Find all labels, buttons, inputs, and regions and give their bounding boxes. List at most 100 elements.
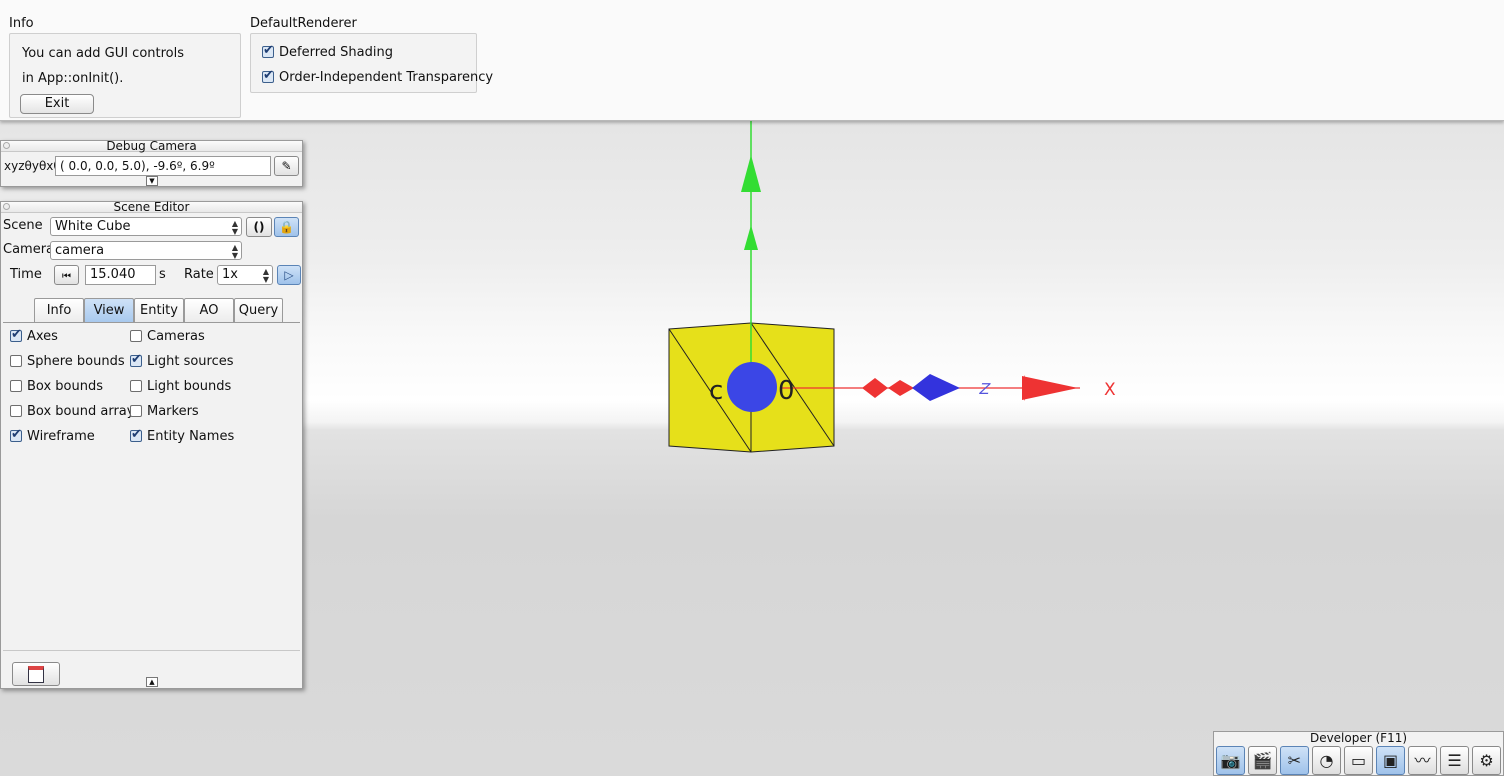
light-source-marker xyxy=(727,362,777,412)
developer-title: Developer (F11) xyxy=(1309,731,1408,745)
tab-info[interactable]: Info xyxy=(34,298,84,322)
save-disk-icon xyxy=(28,666,44,683)
entity-names-label: Entity Names xyxy=(147,429,235,444)
info-panel: You can add GUI controls in App::onInit(… xyxy=(9,33,241,118)
developer-titlebar[interactable]: Developer (F11) xyxy=(1214,732,1503,744)
axes-label: Axes xyxy=(27,329,58,344)
dev-console-button[interactable]: ▭ xyxy=(1344,746,1373,775)
axes-checkbox[interactable] xyxy=(10,327,22,342)
camera-select-value: camera xyxy=(55,243,105,258)
select-arrows-icon: ▲ ▼ xyxy=(231,219,238,236)
time-field[interactable]: 15.040 xyxy=(85,265,156,285)
markers-label: Markers xyxy=(147,404,199,419)
light-bounds-checkbox[interactable] xyxy=(130,380,142,392)
info-panel-title: Info xyxy=(9,16,34,31)
expand-arrow-down-icon[interactable]: ▼ xyxy=(146,176,158,186)
lock-icon: 🔒 xyxy=(279,220,294,234)
cube-entity-name-right: 0 xyxy=(778,376,795,406)
reload-scene-button[interactable]: () xyxy=(246,217,272,237)
select-arrows-icon: ▲ ▼ xyxy=(231,243,238,260)
console-window-icon: ▭ xyxy=(1350,751,1367,770)
save-scene-button[interactable] xyxy=(12,662,60,686)
z-axis-label: Z xyxy=(977,380,992,398)
clipboard-pencil-icon: ✎ xyxy=(281,159,292,173)
oit-checkbox[interactable] xyxy=(262,68,274,83)
time-unit: s xyxy=(159,267,166,282)
renderer-panel: Deferred Shading Order-Independent Trans… xyxy=(250,33,493,93)
log-document-icon: ☰ xyxy=(1447,751,1462,770)
developer-window: Developer (F11) 📷 🎬 ✂ ◔ ▭ ▣ 〰 ☰ ⚙ xyxy=(1213,731,1504,776)
info-text-line2: in App::onInit(). xyxy=(22,71,124,86)
scene-editor-title: Scene Editor xyxy=(113,200,190,214)
lock-scene-button[interactable]: 🔒 xyxy=(274,217,299,237)
dev-tools-button[interactable]: ✂ xyxy=(1280,746,1309,775)
close-icon[interactable] xyxy=(3,203,10,210)
scene-label: Scene xyxy=(3,218,43,233)
info-text-line1: You can add GUI controls xyxy=(22,46,185,61)
select-arrows-icon: ▲ ▼ xyxy=(262,267,269,284)
cube-entity-name-left: c xyxy=(709,376,723,406)
dev-profiler-button[interactable]: ◔ xyxy=(1312,746,1341,775)
rewind-icon: ⏮ xyxy=(62,271,71,282)
deferred-shading-checkbox[interactable] xyxy=(262,43,274,58)
tools-icon: ✂ xyxy=(1287,751,1302,770)
performance-graph-icon: 〰 xyxy=(1414,751,1431,770)
close-icon[interactable] xyxy=(3,142,10,149)
dev-settings-button[interactable]: ⚙ xyxy=(1472,746,1501,775)
film-clapper-icon: 🎬 xyxy=(1252,751,1273,770)
tab-query[interactable]: Query xyxy=(234,298,283,322)
tab-ao[interactable]: AO xyxy=(184,298,234,322)
gui-top-band: Info You can add GUI controls in App::on… xyxy=(0,0,1504,121)
wireframe-label: Wireframe xyxy=(27,429,95,444)
rate-select-value: 1x xyxy=(222,267,238,282)
sphere-bounds-label: Sphere bounds xyxy=(27,354,125,369)
dev-video-button[interactable]: 🎬 xyxy=(1248,746,1277,775)
debug-camera-title: Debug Camera xyxy=(106,139,197,153)
markers-checkbox[interactable] xyxy=(130,405,142,417)
dev-camera-button[interactable]: 📷 xyxy=(1216,746,1245,775)
rate-select[interactable]: 1x ▲ ▼ xyxy=(217,265,273,285)
play-icon: ▷ xyxy=(284,268,294,282)
footer-divider xyxy=(3,650,300,651)
box-bounds-label: Box bounds xyxy=(27,379,104,394)
light-sources-checkbox[interactable] xyxy=(130,352,142,367)
camera-select[interactable]: camera ▲ ▼ xyxy=(50,241,242,260)
collapse-arrow-up-icon[interactable]: ▲ xyxy=(146,677,158,687)
scene-editor-titlebar[interactable]: Scene Editor xyxy=(1,200,302,214)
light-bounds-label: Light bounds xyxy=(147,379,232,394)
z-axis: Z xyxy=(912,374,992,401)
scene-editor-icon: ▣ xyxy=(1382,751,1399,770)
dev-scene-editor-button[interactable]: ▣ xyxy=(1376,746,1405,775)
tab-view[interactable]: View xyxy=(84,298,134,322)
cameras-checkbox[interactable] xyxy=(130,330,142,342)
tab-divider xyxy=(3,322,300,323)
oit-label: Order-Independent Transparency xyxy=(279,70,494,85)
box-bounds-checkbox[interactable] xyxy=(10,380,22,392)
camera-copy-button[interactable]: ✎ xyxy=(274,156,299,176)
debug-camera-window: Debug Camera xyzθyθxθz ( 0.0, 0.0, 5.0),… xyxy=(0,140,303,187)
camera-icon: 📷 xyxy=(1220,751,1241,770)
dev-performance-button[interactable]: 〰 xyxy=(1408,746,1437,775)
camera-label: Camera xyxy=(3,242,55,257)
play-button[interactable]: ▷ xyxy=(277,265,301,285)
scene-select[interactable]: White Cube ▲ ▼ xyxy=(50,217,242,236)
wireframe-checkbox[interactable] xyxy=(10,427,22,442)
reload-icon: () xyxy=(253,220,265,234)
box-bound-array-checkbox[interactable] xyxy=(10,405,22,417)
box-bound-array-label: Box bound array xyxy=(27,404,135,419)
sphere-bounds-checkbox[interactable] xyxy=(10,355,22,367)
settings-gear-icon: ⚙ xyxy=(1479,751,1494,770)
scene-editor-window: Scene Editor Scene White Cube ▲ ▼ () 🔒 Ca… xyxy=(0,201,303,689)
dev-log-button[interactable]: ☰ xyxy=(1440,746,1469,775)
camera-coordinate-field[interactable]: ( 0.0, 0.0, 5.0), -9.6º, 6.9º xyxy=(55,156,271,176)
time-label: Time xyxy=(10,267,42,282)
x-axis-label: X xyxy=(1104,380,1116,400)
debug-camera-titlebar[interactable]: Debug Camera xyxy=(1,139,302,153)
exit-button[interactable]: Exit xyxy=(20,94,94,114)
entity-names-checkbox[interactable] xyxy=(130,427,142,442)
rewind-button[interactable]: ⏮ xyxy=(54,265,79,285)
renderer-panel-title: DefaultRenderer xyxy=(250,16,357,31)
tab-entity[interactable]: Entity xyxy=(134,298,184,322)
rate-label: Rate xyxy=(184,267,214,282)
cameras-label: Cameras xyxy=(147,329,205,344)
